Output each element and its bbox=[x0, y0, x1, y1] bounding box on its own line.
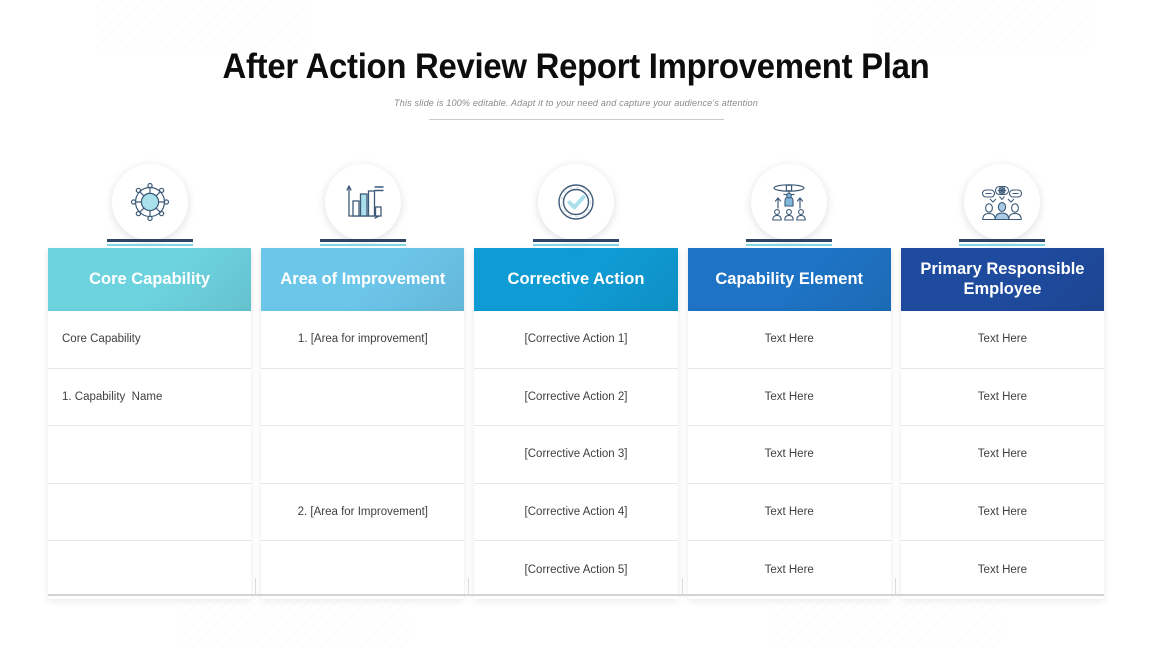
table-cell: Text Here bbox=[900, 484, 1105, 541]
column-header-core-capability: Core Capability bbox=[48, 248, 252, 311]
icon-base-bar-2 bbox=[319, 239, 406, 242]
tick-slot bbox=[261, 578, 470, 594]
page-title: After Action Review Report Improvement P… bbox=[222, 47, 930, 86]
icon-area-5 bbox=[901, 158, 1104, 246]
column-header-capability-element: Capability Element bbox=[687, 248, 891, 311]
table-cell: Text Here bbox=[900, 426, 1105, 484]
table-columns: Core Capability Core Capability 1. Capab… bbox=[48, 158, 1105, 599]
tick-slot bbox=[474, 578, 683, 594]
table-column-area-of-improvement: Area of Improvement 1. [Area for improve… bbox=[261, 158, 465, 599]
icon-base-accent-4 bbox=[746, 244, 833, 246]
check-circle-icon bbox=[538, 164, 614, 240]
table-cell: 2. [Area for Improvement] bbox=[261, 484, 465, 541]
table-cell: Core Capability bbox=[48, 311, 252, 369]
table-cell bbox=[48, 484, 252, 541]
team-discussion-icon bbox=[964, 164, 1041, 240]
icon-base-bar-4 bbox=[746, 239, 833, 242]
tick-slot bbox=[48, 578, 257, 594]
table-cell: Text Here bbox=[900, 369, 1105, 426]
table-bottom-rule bbox=[48, 594, 1104, 596]
network-hub-icon bbox=[111, 164, 188, 240]
table-cell: 1. [Area for improvement] bbox=[261, 311, 465, 369]
column-header-primary-responsible-employee: Primary Responsible Employee bbox=[900, 248, 1105, 311]
tick-slot bbox=[688, 578, 897, 594]
table-column-primary-responsible-employee: Primary Responsible Employee Text Here T… bbox=[900, 158, 1105, 599]
watermark-top-left bbox=[95, 0, 310, 52]
icon-base-bar-5 bbox=[959, 239, 1046, 242]
icon-area-4 bbox=[688, 158, 891, 246]
column-body-corrective-action: [Corrective Action 1] [Corrective Action… bbox=[474, 311, 678, 599]
icon-base-bar-1 bbox=[106, 239, 193, 242]
table-cell bbox=[261, 426, 465, 484]
table-cell bbox=[261, 369, 465, 426]
bar-chart-icon bbox=[324, 164, 401, 240]
column-body-area-of-improvement: 1. [Area for improvement] 2. [Area for I… bbox=[261, 311, 465, 599]
title-block: After Action Review Report Improvement P… bbox=[0, 47, 1152, 120]
table-column-capability-element: Capability Element Text Here Text Here T… bbox=[687, 158, 891, 599]
table-cell: [Corrective Action 3] bbox=[474, 426, 678, 484]
watermark-top-right bbox=[877, 0, 1092, 52]
column-body-capability-element: Text Here Text Here Text Here Text Here … bbox=[687, 311, 891, 599]
table-cell: Text Here bbox=[900, 311, 1105, 369]
table-cell bbox=[48, 426, 252, 484]
icon-base-accent-2 bbox=[319, 244, 406, 246]
table-column-core-capability: Core Capability Core Capability 1. Capab… bbox=[48, 158, 252, 599]
table-cell: [Corrective Action 2] bbox=[474, 369, 678, 426]
tick-slot bbox=[901, 578, 1104, 594]
table-cell: Text Here bbox=[687, 484, 891, 541]
icon-area-3 bbox=[474, 158, 677, 246]
table-cell: Text Here bbox=[687, 311, 891, 369]
column-header-area-of-improvement: Area of Improvement bbox=[261, 248, 465, 311]
icon-base-accent-1 bbox=[106, 244, 193, 246]
icon-base-bar-3 bbox=[533, 239, 619, 242]
page-subtitle: This slide is 100% editable. Adapt it to… bbox=[394, 97, 758, 109]
column-body-core-capability: Core Capability 1. Capability Name bbox=[48, 311, 252, 599]
icon-base-accent-3 bbox=[533, 244, 619, 246]
slide: After Action Review Report Improvement P… bbox=[0, 0, 1152, 648]
column-body-primary-responsible-employee: Text Here Text Here Text Here Text Here … bbox=[900, 311, 1105, 599]
column-header-corrective-action: Corrective Action bbox=[474, 248, 678, 311]
table-cell: 1. Capability Name bbox=[48, 369, 252, 426]
subtitle-divider bbox=[428, 118, 724, 120]
table-bottom-column-ticks bbox=[48, 578, 1104, 594]
table-column-corrective-action: Corrective Action [Corrective Action 1] … bbox=[474, 158, 678, 599]
icon-area-2 bbox=[261, 158, 464, 246]
watermark-bottom-left bbox=[180, 593, 410, 648]
table-cell: [Corrective Action 1] bbox=[474, 311, 678, 369]
table-cell: Text Here bbox=[687, 426, 891, 484]
icon-base-accent-5 bbox=[959, 244, 1046, 246]
org-hierarchy-icon bbox=[751, 164, 828, 240]
watermark-bottom-right bbox=[772, 593, 1002, 648]
icon-area-1 bbox=[48, 158, 251, 246]
improvement-plan-table: Core Capability Core Capability 1. Capab… bbox=[48, 158, 1105, 599]
table-cell: [Corrective Action 4] bbox=[474, 484, 678, 541]
table-cell: Text Here bbox=[687, 369, 891, 426]
